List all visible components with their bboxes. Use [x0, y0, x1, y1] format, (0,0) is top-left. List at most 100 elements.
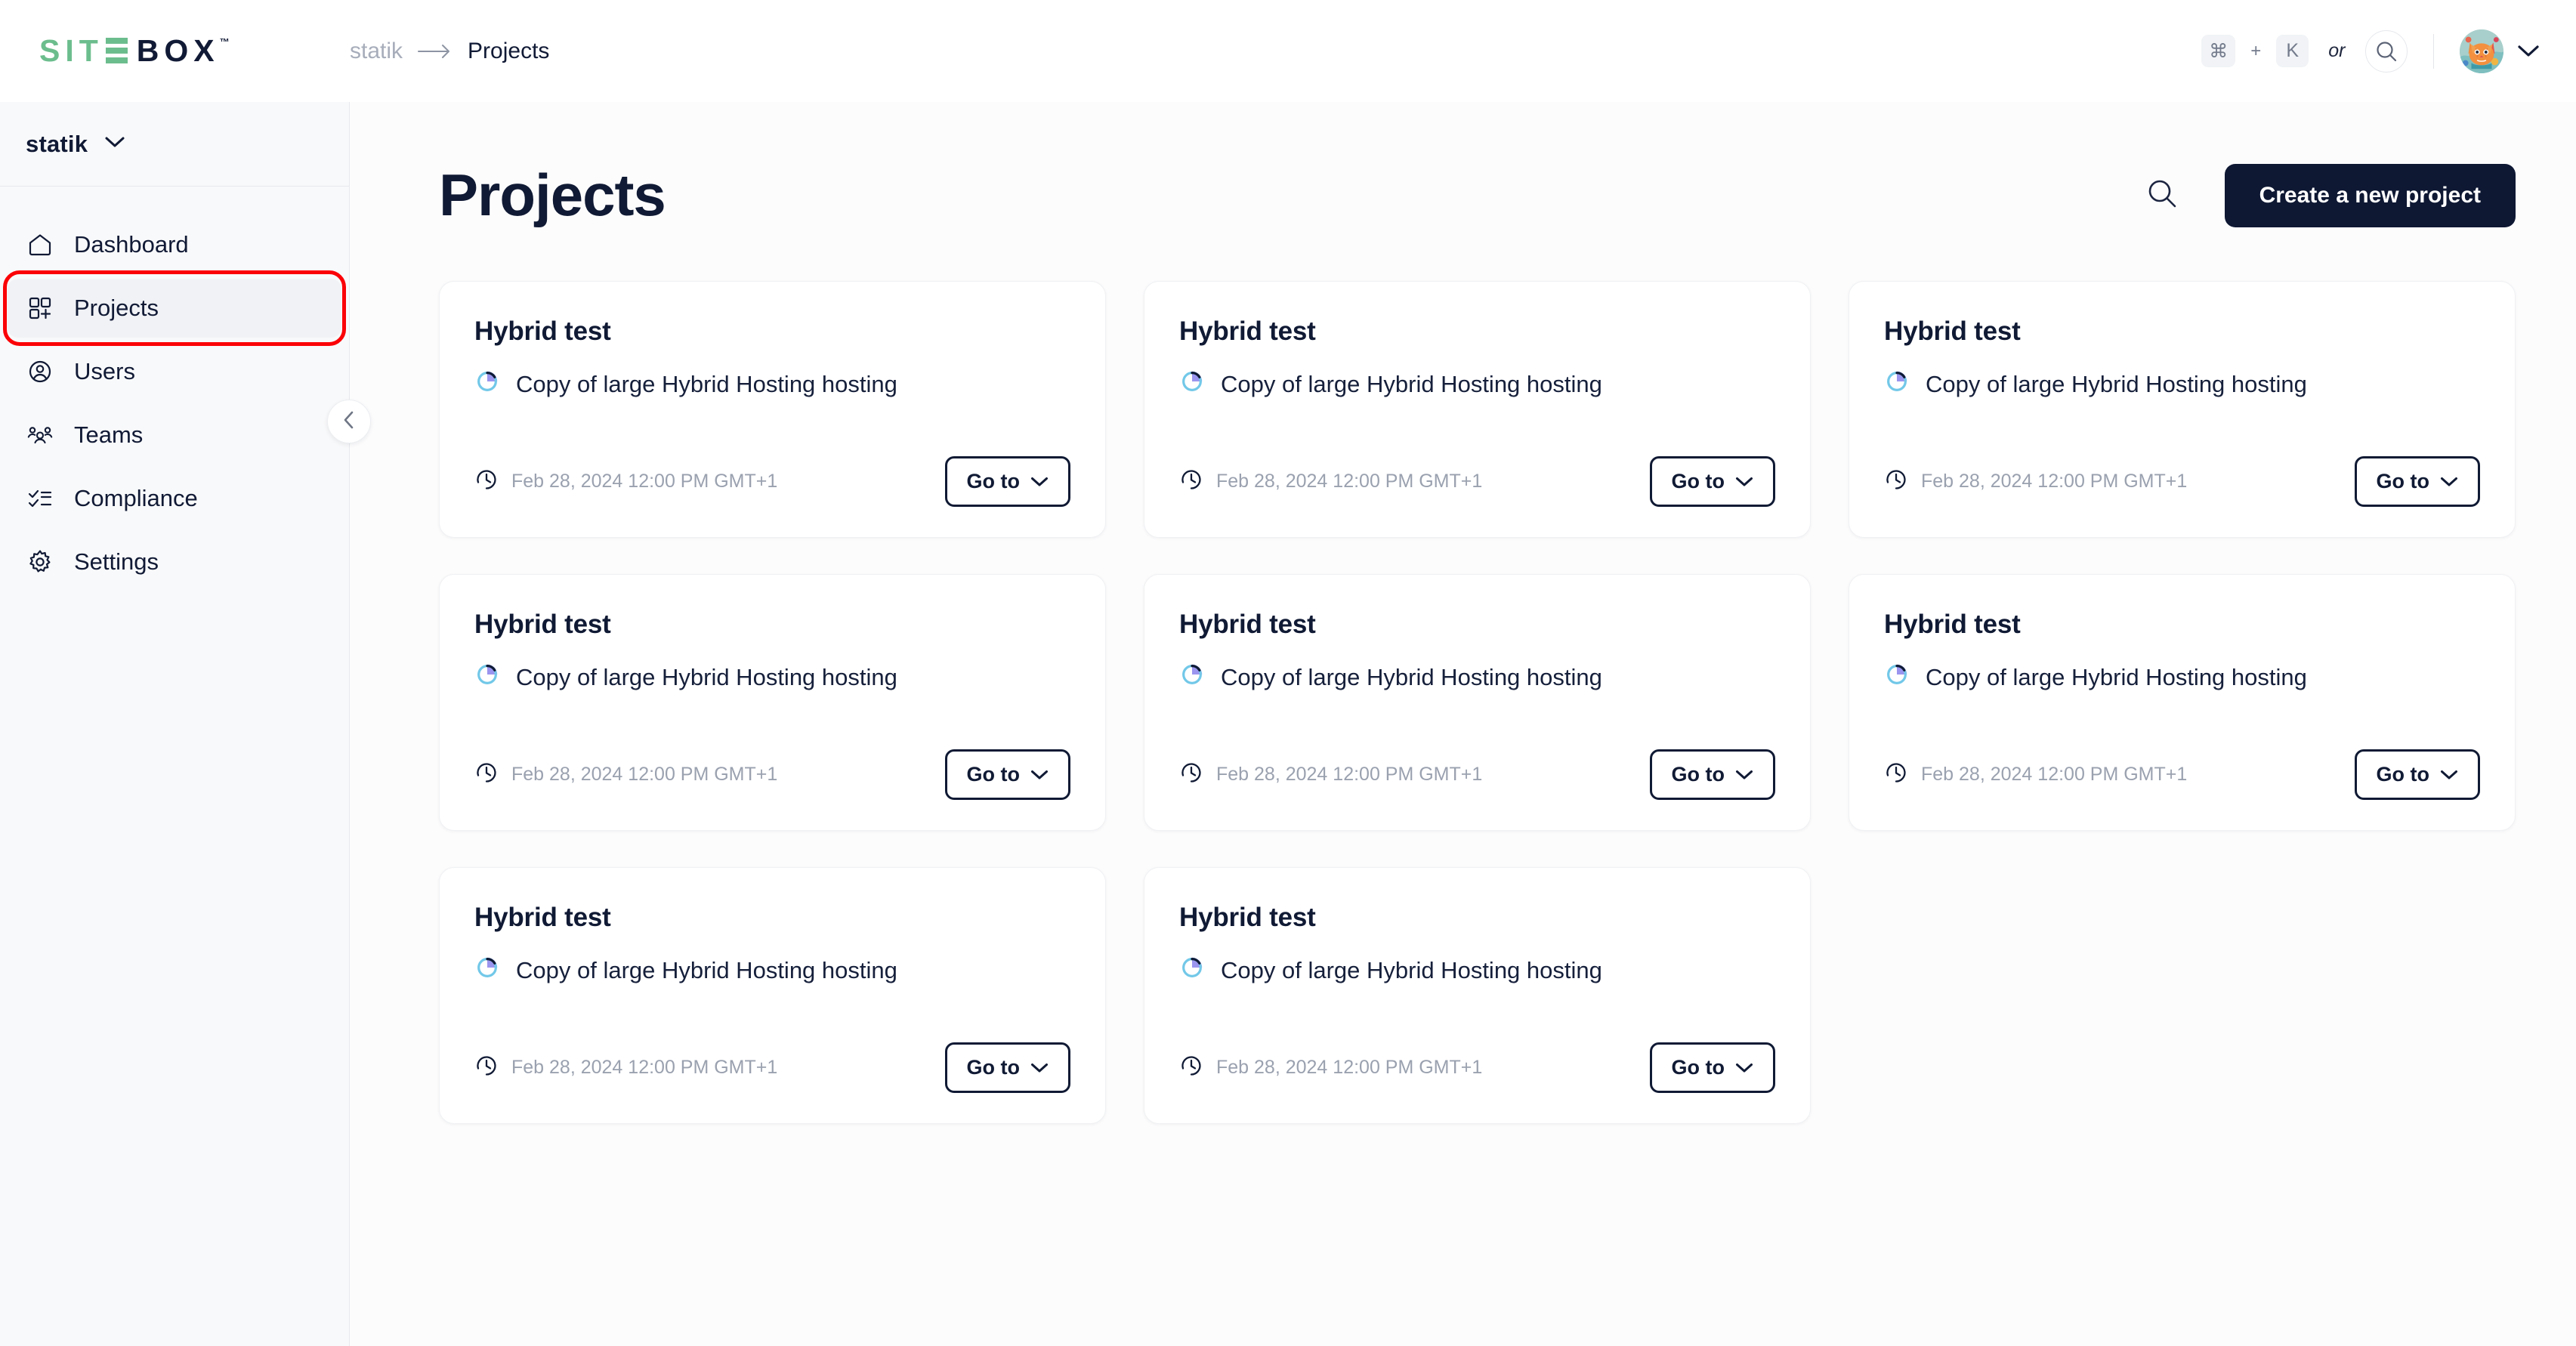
sidebar-item-projects[interactable]: Projects [3, 270, 346, 346]
clock-icon [1884, 761, 1908, 789]
logo-text: SIT BOX ™ [39, 36, 230, 66]
user-circle-icon [26, 357, 54, 386]
progress-ring-icon [474, 662, 500, 693]
project-card-title: Hybrid test [1884, 316, 2021, 346]
project-card-subtitle: Copy of large Hybrid Hosting hosting [1221, 664, 1602, 690]
project-card[interactable]: Hybrid test Copy of large Hybrid Hosting… [439, 867, 1106, 1124]
top-bar-actions: ⌘ + K or [2201, 29, 2576, 73]
project-card[interactable]: Hybrid test Copy of large Hybrid Hosting… [439, 281, 1106, 538]
go-to-label: Go to [2376, 763, 2429, 786]
project-card-title: Hybrid test [1179, 316, 1316, 346]
go-to-button[interactable]: Go to [944, 456, 1070, 507]
logo-trademark: ™ [219, 36, 230, 48]
progress-ring-icon [1179, 955, 1205, 986]
go-to-button[interactable]: Go to [1649, 1042, 1775, 1093]
project-card-date-meta: Feb 28, 2024 12:00 PM GMT+1 [474, 761, 777, 789]
shortcut-plus: + [2250, 40, 2262, 61]
project-card-footer: Feb 28, 2024 12:00 PM GMT+1 Go to [474, 456, 1070, 507]
clock-icon [1884, 468, 1908, 495]
go-to-button[interactable]: Go to [2354, 749, 2480, 800]
org-switcher-label: statik [26, 130, 88, 157]
go-to-label: Go to [966, 1056, 1020, 1079]
clock-icon [1179, 761, 1203, 789]
sidebar-nav: Dashboard Projects Users Teams Complianc… [0, 187, 349, 591]
project-card-title: Hybrid test [474, 610, 611, 639]
project-card-date-meta: Feb 28, 2024 12:00 PM GMT+1 [1884, 761, 2187, 789]
sidebar-item-label: Users [74, 358, 135, 384]
go-to-label: Go to [1671, 1056, 1725, 1079]
project-card[interactable]: Hybrid test Copy of large Hybrid Hosting… [1144, 281, 1811, 538]
progress-ring-icon [1884, 369, 1910, 400]
create-new-project-button[interactable]: Create a new project [2224, 163, 2516, 227]
clock-icon [1179, 1054, 1203, 1082]
sidebar-item-settings[interactable]: Settings [8, 533, 341, 591]
go-to-label: Go to [966, 470, 1020, 492]
logo-box-text: BOX [136, 33, 220, 68]
project-card-date: Feb 28, 2024 12:00 PM GMT+1 [511, 471, 778, 492]
progress-ring-icon [1179, 369, 1205, 400]
search-icon[interactable] [2364, 29, 2408, 73]
sidebar-item-label: Dashboard [74, 231, 189, 258]
project-card-footer: Feb 28, 2024 12:00 PM GMT+1 Go to [474, 749, 1070, 800]
sidebar-item-compliance[interactable]: Compliance [8, 469, 341, 528]
shortcut-or-label: or [2328, 40, 2346, 61]
project-card-subtitle: Copy of large Hybrid Hosting hosting [1221, 957, 1602, 983]
go-to-button[interactable]: Go to [2354, 456, 2480, 507]
breadcrumb-org[interactable]: statik [350, 39, 403, 64]
sidebar-item-teams[interactable]: Teams [8, 406, 341, 465]
chevron-down-icon [2440, 470, 2458, 493]
search-icon[interactable] [2146, 178, 2178, 213]
project-card-title: Hybrid test [1179, 610, 1316, 639]
cmd-key-badge: ⌘ [2201, 35, 2236, 67]
project-card-subtitle: Copy of large Hybrid Hosting hosting [1926, 371, 2307, 397]
project-card-date: Feb 28, 2024 12:00 PM GMT+1 [511, 764, 778, 785]
logo-sit-text: SIT [39, 33, 103, 68]
progress-ring-icon [474, 369, 500, 400]
clock-icon [474, 468, 499, 495]
go-to-button[interactable]: Go to [944, 1042, 1070, 1093]
project-card-date: Feb 28, 2024 12:00 PM GMT+1 [1216, 1057, 1483, 1078]
project-card-footer: Feb 28, 2024 12:00 PM GMT+1 Go to [474, 1042, 1070, 1093]
project-card-date-meta: Feb 28, 2024 12:00 PM GMT+1 [474, 468, 777, 495]
project-card[interactable]: Hybrid test Copy of large Hybrid Hosting… [1144, 867, 1811, 1124]
go-to-button[interactable]: Go to [944, 749, 1070, 800]
sidebar-item-label: Compliance [74, 485, 198, 511]
project-card[interactable]: Hybrid test Copy of large Hybrid Hosting… [1849, 281, 2516, 538]
progress-ring-icon [474, 955, 500, 986]
annotation-highlight-box [3, 270, 346, 346]
project-card-date: Feb 28, 2024 12:00 PM GMT+1 [1216, 471, 1483, 492]
project-card-date-meta: Feb 28, 2024 12:00 PM GMT+1 [1179, 761, 1482, 789]
account-chevron-down-icon[interactable] [2517, 45, 2540, 58]
progress-ring-icon [1884, 662, 1910, 693]
sidebar-item-label: Projects [74, 295, 159, 321]
org-switcher[interactable]: statik [0, 102, 349, 187]
project-card[interactable]: Hybrid test Copy of large Hybrid Hosting… [1144, 574, 1811, 831]
org-chevron-down-icon [104, 136, 125, 153]
sidebar-item-users[interactable]: Users [8, 342, 341, 401]
sidebar-item-dashboard[interactable]: Dashboard [8, 215, 341, 274]
breadcrumb-current[interactable]: Projects [468, 39, 549, 64]
project-card[interactable]: Hybrid test Copy of large Hybrid Hosting… [1849, 574, 2516, 831]
go-to-button[interactable]: Go to [1649, 749, 1775, 800]
checklist-icon [26, 484, 54, 513]
project-card-subtitle-row: Copy of large Hybrid Hosting hosting [1179, 369, 1775, 400]
go-to-button[interactable]: Go to [1649, 456, 1775, 507]
project-card-subtitle-row: Copy of large Hybrid Hosting hosting [1884, 369, 2480, 400]
projects-grid: Hybrid test Copy of large Hybrid Hosting… [439, 281, 2516, 1124]
project-card-subtitle-row: Copy of large Hybrid Hosting hosting [1179, 662, 1775, 693]
sitebox-logo[interactable]: SIT BOX ™ [0, 36, 350, 66]
go-to-label: Go to [966, 763, 1020, 786]
project-card-footer: Feb 28, 2024 12:00 PM GMT+1 Go to [1179, 456, 1775, 507]
top-bar: SIT BOX ™ statik Projects ⌘ + K or [0, 0, 2576, 102]
sidebar-collapse-button[interactable] [327, 400, 371, 443]
project-card-subtitle: Copy of large Hybrid Hosting hosting [516, 664, 897, 690]
chevron-down-icon [1030, 763, 1049, 786]
chevron-down-icon [1735, 470, 1753, 493]
project-card[interactable]: Hybrid test Copy of large Hybrid Hosting… [439, 574, 1106, 831]
project-card-date: Feb 28, 2024 12:00 PM GMT+1 [1216, 764, 1483, 785]
avatar[interactable] [2460, 29, 2503, 73]
people-icon [26, 421, 54, 449]
project-card-date-meta: Feb 28, 2024 12:00 PM GMT+1 [1179, 468, 1482, 495]
chevron-left-icon [341, 409, 357, 434]
chevron-down-icon [2440, 763, 2458, 786]
